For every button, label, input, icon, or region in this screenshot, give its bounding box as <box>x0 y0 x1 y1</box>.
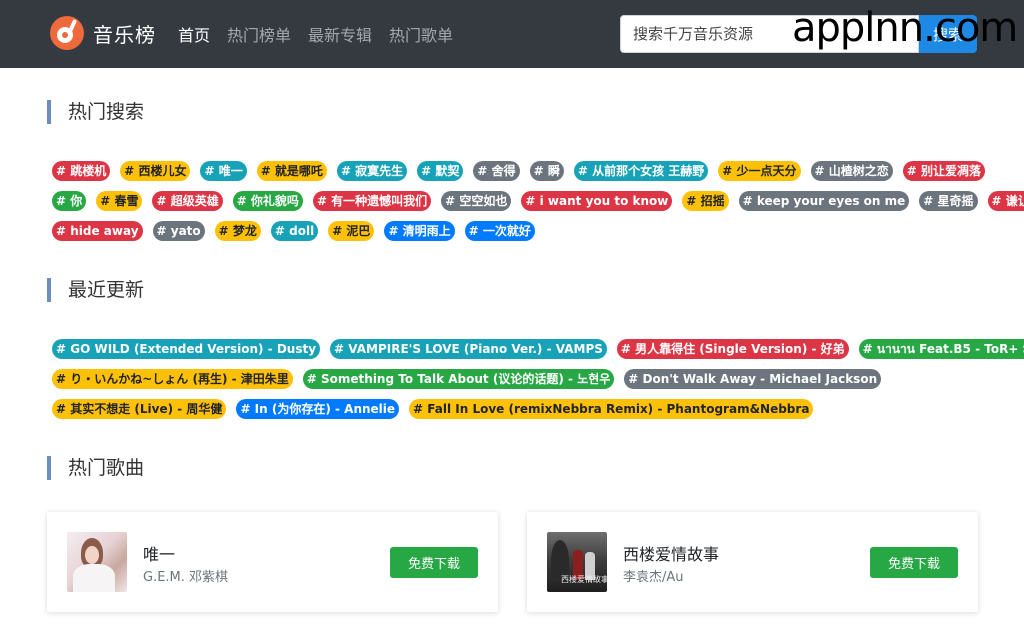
hot-search-tag[interactable]: # 超级英雄 <box>152 191 223 211</box>
hot-search-tag[interactable]: # 招摇 <box>682 191 729 211</box>
hot-search-tag[interactable]: # 唯一 <box>200 161 247 181</box>
tag-row: # り・いんかね~しょん (再生) - 津田朱里 # Something To T… <box>52 369 982 389</box>
hot-search-tag[interactable]: # 清明雨上 <box>384 221 455 241</box>
song-card: 唯一 G.E.M. 邓紫棋 免费下载 <box>47 512 498 612</box>
recent-update-tag[interactable]: # นานาน Feat.B5 - ToR+ Saksit <box>858 339 1024 359</box>
song-title[interactable]: 西楼爱情故事 <box>623 541 719 565</box>
nav-latest-albums[interactable]: 最新专辑 <box>308 22 372 46</box>
hot-search-tag[interactable]: # 默契 <box>417 161 464 181</box>
song-artist: G.E.M. 邓紫棋 <box>143 570 229 585</box>
hot-search-tags: # 跳楼机 # 西楼儿女 # 唯一 # 就是哪吒 # 寂寞先生 # 默契 # 舍得 # 瞬 # … <box>52 161 1024 251</box>
recent-update-tag[interactable]: # り・いんかね~しょん (再生) - 津田朱里 <box>52 369 293 389</box>
tag-row: # 你 # 春雪 # 超级英雄 # 你礼貌吗 # 有一种遗憾叫我们 # 空空如也 # i w… <box>52 191 1024 211</box>
nav-hot-charts[interactable]: 热门榜单 <box>227 22 291 46</box>
hot-search-tag[interactable]: # keep your eyes on me <box>738 191 910 211</box>
recent-update-tag[interactable]: # 男人靠得住 (Single Version) - 好弟 <box>616 339 849 359</box>
hot-search-tag[interactable]: # 少一点天分 <box>718 161 801 181</box>
tag-row: # GO WILD (Extended Version) - Dusty # VA… <box>52 339 1024 359</box>
song-title[interactable]: 唯一 <box>143 541 175 565</box>
hot-search-tag[interactable]: # 跳楼机 <box>52 161 111 181</box>
recent-update-tag[interactable]: # GO WILD (Extended Version) - Dusty <box>52 339 321 359</box>
recent-update-tag[interactable]: # In (为你存在) - Annelie <box>236 399 400 419</box>
top-navbar: 音乐榜 首页 热门榜单 最新专辑 热门歌单 搜索 applnn.com <box>0 0 1024 68</box>
song-artist: 李袁杰/Au <box>623 570 684 585</box>
brand-logo-link[interactable]: 音乐榜 <box>50 15 156 51</box>
hot-search-tag[interactable]: # 西楼儿女 <box>120 161 191 181</box>
watermark-text: applnn.com <box>792 5 1018 51</box>
recent-update-tags: # GO WILD (Extended Version) - Dusty # VA… <box>52 339 1024 429</box>
hot-search-tag[interactable]: # 你 <box>52 191 87 211</box>
brand-name: 音乐榜 <box>93 22 156 47</box>
hot-search-tag[interactable]: # 空空如也 <box>441 191 512 211</box>
hot-search-tag[interactable]: # 梦龙 <box>214 221 261 241</box>
hot-search-tag[interactable]: # doll <box>270 221 319 241</box>
hot-search-tag[interactable]: # 从前那个女孩 王赫野 <box>573 161 709 181</box>
album-cover-image[interactable]: 西楼爱情故事 <box>547 532 607 592</box>
hot-search-tag[interactable]: # 春雪 <box>96 191 143 211</box>
main-nav: 首页 热门榜单 最新专辑 热门歌单 <box>178 22 470 46</box>
album-cover-text: 西楼爱情故事 <box>561 575 607 584</box>
hot-search-tag[interactable]: # 谦让 <box>987 191 1024 211</box>
hot-search-tag[interactable]: # 舍得 <box>473 161 520 181</box>
hot-search-tag[interactable]: # 一次就好 <box>464 221 535 241</box>
hot-search-tag[interactable]: # 有一种遗憾叫我们 <box>312 191 432 211</box>
recent-update-tag[interactable]: # Don't Walk Away - Michael Jackson <box>624 369 882 389</box>
hot-search-tag[interactable]: # 瞬 <box>529 161 564 181</box>
recent-update-tag[interactable]: # Fall In Love (remixNebbra Remix) - Pha… <box>409 399 814 419</box>
free-download-button[interactable]: 免费下载 <box>390 547 478 578</box>
hot-search-tag[interactable]: # 泥巴 <box>328 221 375 241</box>
album-cover-image[interactable] <box>67 532 127 592</box>
hot-search-tag[interactable]: # yato <box>152 221 205 241</box>
hot-search-tag[interactable]: # 你礼貌吗 <box>232 191 303 211</box>
section-title-hot-search: 热门搜索 <box>47 100 144 124</box>
section-title-recent-updates: 最近更新 <box>47 278 144 302</box>
recent-update-tag[interactable]: # VAMPIRE'S LOVE (Piano Ver.) - VAMPS <box>330 339 607 359</box>
music-note-logo-icon <box>50 16 84 50</box>
tag-row: # hide away # yato # 梦龙 # doll # 泥巴 # 清明雨上 # 一… <box>52 221 982 241</box>
hot-search-tag[interactable]: # i want you to know <box>521 191 673 211</box>
song-card: 西楼爱情故事 西楼爱情故事 李袁杰/Au 免费下载 <box>527 512 978 612</box>
hot-search-tag[interactable]: # hide away <box>52 221 143 241</box>
nav-hot-playlists[interactable]: 热门歌单 <box>389 22 453 46</box>
hot-search-tag[interactable]: # 就是哪吒 <box>256 161 327 181</box>
recent-update-tag[interactable]: # 其实不想走 (Live) - 周华健 <box>52 399 227 419</box>
section-title-hot-songs: 热门歌曲 <box>47 456 144 480</box>
hot-search-tag[interactable]: # 别让爱凋落 <box>902 161 985 181</box>
recent-update-tag[interactable]: # Something To Talk About (议论的话题) - 노현우 <box>302 369 615 389</box>
tag-row: # 跳楼机 # 西楼儿女 # 唯一 # 就是哪吒 # 寂寞先生 # 默契 # 舍得 # 瞬 # … <box>52 161 985 181</box>
nav-home[interactable]: 首页 <box>178 22 210 46</box>
hot-search-tag[interactable]: # 寂寞先生 <box>336 161 408 181</box>
free-download-button[interactable]: 免费下载 <box>870 547 958 578</box>
hot-search-tag[interactable]: # 山楂树之恋 <box>810 161 893 181</box>
tag-row: # 其实不想走 (Live) - 周华健 # In (为你存在) - Anneli… <box>52 399 982 419</box>
hot-search-tag[interactable]: # 星奇摇 <box>919 191 978 211</box>
